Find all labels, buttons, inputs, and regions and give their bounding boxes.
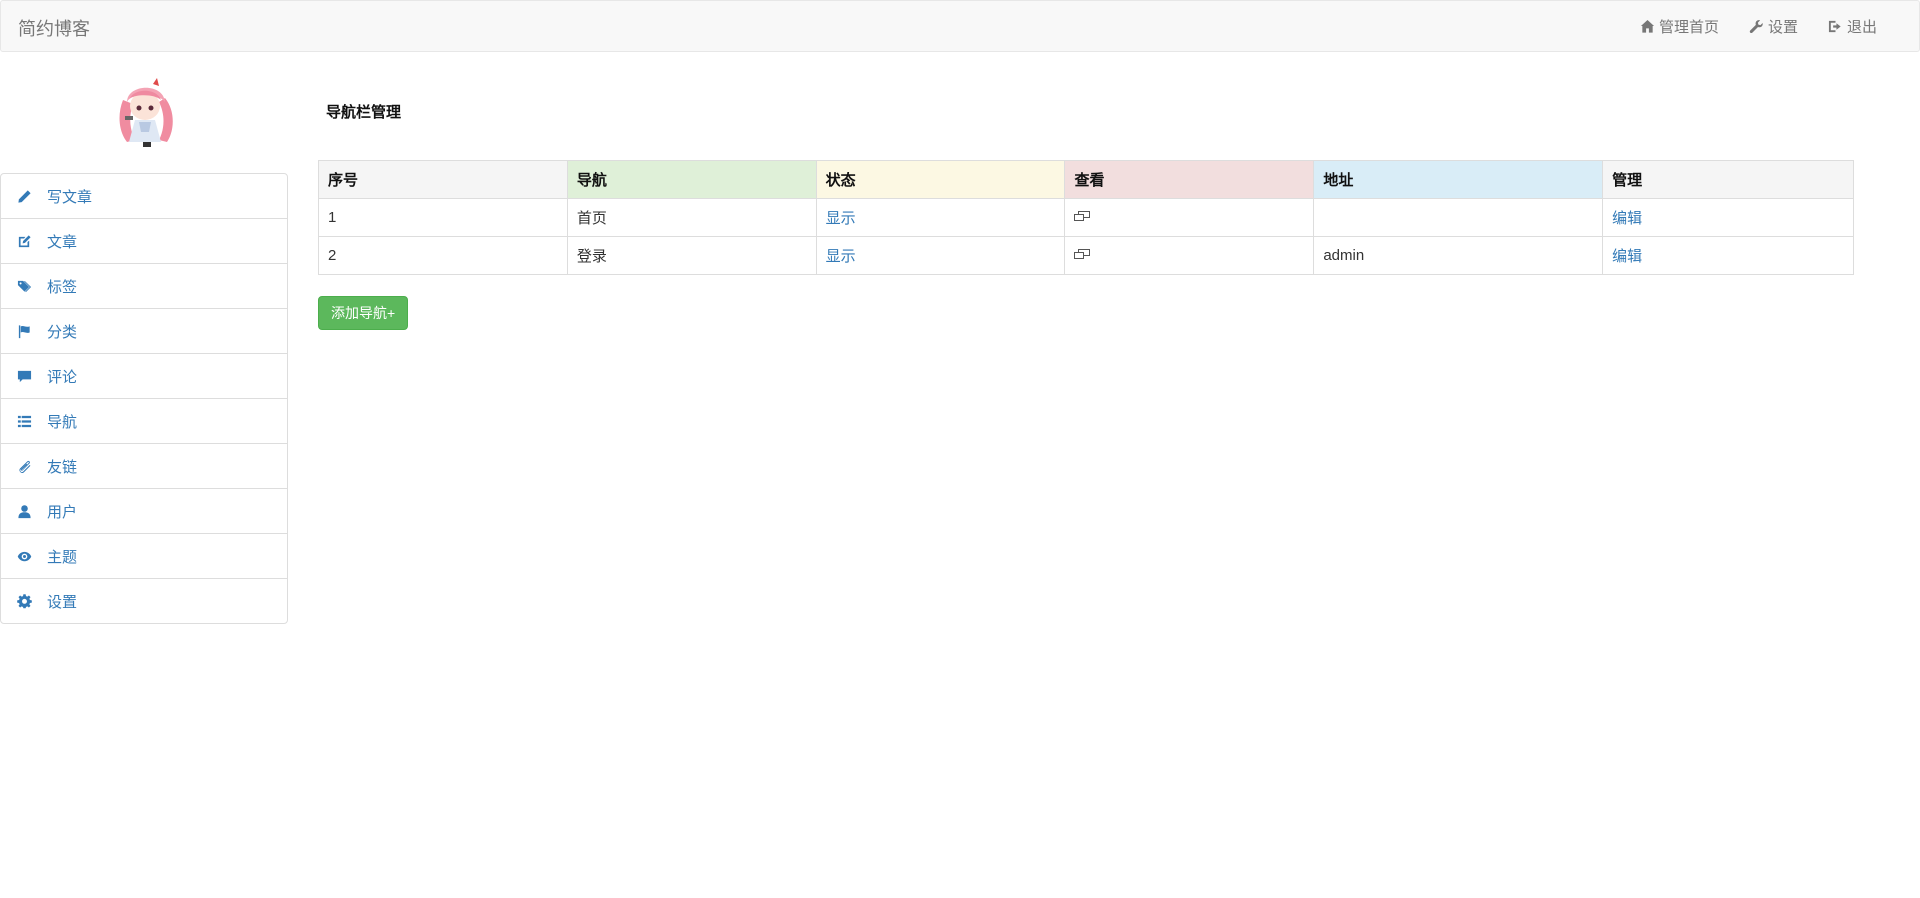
- list-icon: [16, 413, 32, 429]
- avatar-image: [105, 70, 185, 150]
- edit-icon: [16, 233, 32, 249]
- cell-address: [1313, 198, 1604, 237]
- avatar: [105, 70, 185, 150]
- column-header-manage: 管理: [1602, 160, 1854, 199]
- user-icon: [16, 503, 32, 519]
- brand-link[interactable]: 简约博客: [18, 15, 90, 41]
- sidebar-item-label: 分类: [47, 323, 78, 341]
- home-icon: [1640, 19, 1655, 33]
- window-restore-icon[interactable]: [1074, 247, 1091, 264]
- admin-home-label: 管理首页: [1658, 18, 1719, 36]
- admin-home-link[interactable]: 管理首页: [1640, 16, 1719, 37]
- sidebar-item-label: 主题: [47, 548, 78, 566]
- table-row: 2 登录 显示 admin 编辑: [318, 236, 1854, 275]
- sidebar-item-users[interactable]: 用户: [0, 488, 288, 534]
- navbar-right-links: 管理首页 设置 退出: [1640, 1, 1877, 51]
- sidebar-item-label: 用户: [47, 503, 78, 521]
- table-row: 1 首页 显示 编辑: [318, 198, 1854, 237]
- status-link[interactable]: 显示: [826, 210, 856, 227]
- cell-index: 1: [318, 198, 568, 237]
- cell-view: [1064, 198, 1315, 237]
- sidebar-item-comments[interactable]: 评论: [0, 353, 288, 399]
- edit-link[interactable]: 编辑: [1612, 248, 1642, 265]
- pencil-icon: [16, 188, 32, 204]
- window-restore-icon[interactable]: [1074, 209, 1091, 226]
- cell-view: [1064, 236, 1315, 275]
- add-navigation-button[interactable]: 添加导航+: [318, 296, 409, 330]
- sidebar-item-themes[interactable]: 主题: [0, 533, 288, 579]
- column-header-address: 地址: [1313, 160, 1604, 199]
- flag-icon: [16, 323, 32, 339]
- wrench-icon: [1749, 19, 1763, 33]
- sidebar-menu: 写文章 文章 标签 分类 评论 导航 友链 用户 主题 设置: [0, 173, 288, 624]
- sidebar-item-label: 设置: [47, 593, 78, 611]
- column-header-status: 状态: [815, 160, 1066, 199]
- sidebar-item-articles[interactable]: 文章: [0, 218, 288, 264]
- tags-icon: [16, 278, 32, 294]
- column-header-nav: 导航: [566, 160, 817, 199]
- sidebar-item-label: 评论: [47, 368, 78, 386]
- edit-link[interactable]: 编辑: [1612, 210, 1642, 227]
- sidebar-item-tags[interactable]: 标签: [0, 263, 288, 309]
- sidebar-item-label: 标签: [47, 278, 78, 296]
- table-header-row: 序号 导航 状态 查看 地址 管理: [318, 160, 1854, 199]
- cell-address: admin: [1313, 236, 1604, 275]
- cell-nav: 首页: [566, 198, 817, 237]
- cell-manage: 编辑: [1602, 198, 1854, 237]
- logout-link[interactable]: 退出: [1828, 16, 1877, 37]
- sidebar-item-label: 写文章: [47, 188, 93, 206]
- cell-nav: 登录: [566, 236, 817, 275]
- cell-status: 显示: [815, 198, 1066, 237]
- cell-status: 显示: [815, 236, 1066, 275]
- sidebar-item-friend-links[interactable]: 友链: [0, 443, 288, 489]
- comment-icon: [16, 368, 32, 384]
- column-header-view: 查看: [1064, 160, 1315, 199]
- top-navbar: 简约博客 管理首页 设置 退出: [0, 0, 1920, 52]
- page-title: 导航栏管理: [326, 103, 402, 121]
- sidebar-item-label: 文章: [47, 233, 78, 251]
- cell-manage: 编辑: [1602, 236, 1854, 275]
- logout-icon: [1828, 20, 1841, 32]
- navigation-table: 序号 导航 状态 查看 地址 管理 1 首页 显示 编辑 2 登录 显示 adm…: [318, 160, 1854, 275]
- cog-icon: [16, 593, 32, 609]
- eye-icon: [16, 548, 32, 564]
- cell-index: 2: [318, 236, 568, 275]
- logout-label: 退出: [1846, 18, 1877, 36]
- status-link[interactable]: 显示: [826, 248, 856, 265]
- paperclip-icon: [16, 458, 32, 474]
- sidebar-item-navigation[interactable]: 导航: [0, 398, 288, 444]
- sidebar-item-label: 导航: [47, 413, 78, 431]
- settings-label: 设置: [1767, 18, 1798, 36]
- sidebar-item-settings[interactable]: 设置: [0, 578, 288, 624]
- sidebar-item-write-article[interactable]: 写文章: [0, 173, 288, 219]
- column-header-index: 序号: [318, 160, 568, 199]
- settings-link[interactable]: 设置: [1749, 16, 1798, 37]
- sidebar-item-label: 友链: [47, 458, 78, 476]
- sidebar-item-categories[interactable]: 分类: [0, 308, 288, 354]
